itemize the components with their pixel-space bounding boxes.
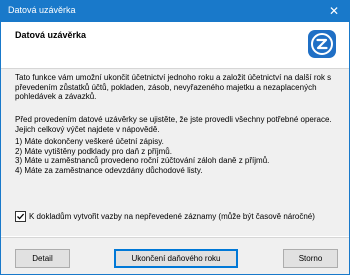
steps-list: 1) Máte dokončeny veškeré účetní zápisy.… <box>15 137 269 175</box>
dialog-footer: Detail Ukončení daňového roku Storno <box>1 238 349 274</box>
precheck-text: Před provedením datové uzávěrky se ujist… <box>15 115 332 134</box>
cancel-button[interactable]: Storno <box>283 249 338 268</box>
app-logo-icon <box>308 30 336 58</box>
detail-button[interactable]: Detail <box>15 249 70 268</box>
list-item: 3) Máte u zaměstnanců provedeno roční zú… <box>15 156 270 165</box>
close-icon[interactable]: ✕ <box>319 1 349 22</box>
dialog-window: Datová uzávěrka ✕ Datová uzávěrka Tato f… <box>0 0 350 275</box>
dialog-body: Tato funkce vám umožní ukončit účetnictv… <box>1 69 349 236</box>
header-title: Datová uzávěrka <box>15 30 87 40</box>
list-item: 1) Máte dokončeny veškeré účetní zápisy. <box>15 137 164 146</box>
list-item: 4) Máte za zaměstnance odevzdány důchodo… <box>15 165 203 175</box>
checkbox-label: K dokladům vytvořit vazby na nepřevedené… <box>29 212 315 221</box>
title-bar[interactable]: Datová uzávěrka ✕ <box>1 1 349 22</box>
intro-text: Tato funkce vám umožní ukončit účetnictv… <box>15 73 332 101</box>
window-title: Datová uzávěrka <box>8 5 76 15</box>
list-item: 2) Máte vytištěny podklady pro daň z pří… <box>15 146 172 156</box>
checkmark-icon <box>17 213 25 220</box>
end-tax-year-button[interactable]: Ukončení daňového roku <box>114 249 238 268</box>
checkbox-box[interactable] <box>15 211 26 222</box>
dialog-header: Datová uzávěrka <box>1 22 349 69</box>
